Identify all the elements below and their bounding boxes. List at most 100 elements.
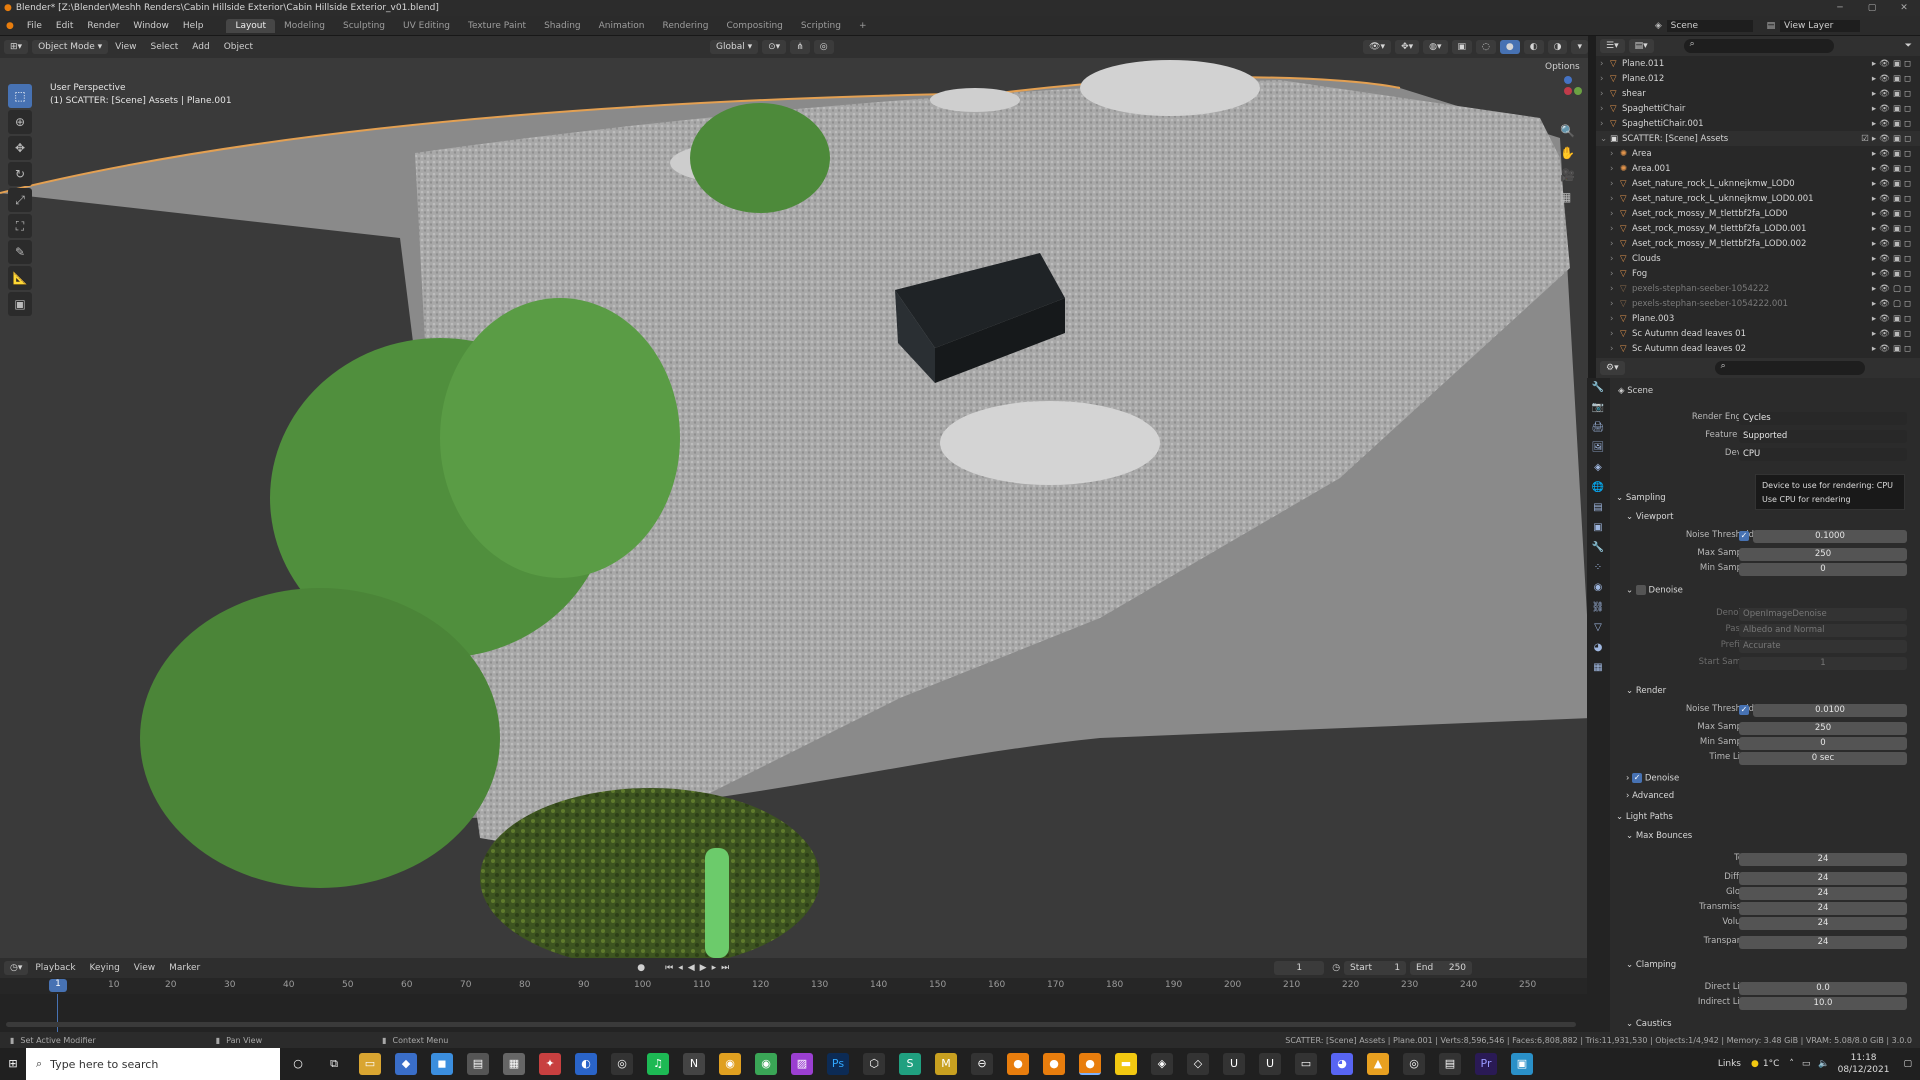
visibility-toggles[interactable]: ▸👁▣◻ bbox=[1872, 194, 1920, 204]
r-min-samples-field[interactable]: 0 bbox=[1739, 737, 1907, 750]
texture-tab-icon[interactable]: ▦ bbox=[1590, 662, 1606, 678]
menu-render[interactable]: Render bbox=[80, 21, 126, 31]
app-icon-1[interactable]: ◆ bbox=[395, 1053, 417, 1075]
menu-view[interactable]: View bbox=[108, 42, 143, 52]
expand-icon[interactable]: › bbox=[1600, 104, 1610, 114]
max-bounces-subpanel[interactable]: ⌄ Max Bounces bbox=[1626, 831, 1920, 845]
menu-add[interactable]: Add bbox=[185, 42, 216, 52]
expand-icon[interactable]: › bbox=[1610, 299, 1620, 309]
render-engine-dropdown[interactable]: Cycles bbox=[1739, 412, 1907, 425]
outliner[interactable]: › ▽ Plane.011 ▸👁▣◻ › ▽ Plane.012 ▸👁▣◻ › ▽ shear ▸… bbox=[1596, 56, 1920, 358]
visibility-toggles[interactable]: ▸👁▣◻ bbox=[1872, 119, 1920, 129]
overlay-icon[interactable]: ◍▾ bbox=[1423, 40, 1448, 54]
windows-start-icon[interactable]: ⊞ bbox=[2, 1053, 24, 1075]
gizmo-icon[interactable]: ✥▾ bbox=[1395, 40, 1420, 54]
expand-icon[interactable]: › bbox=[1610, 149, 1620, 159]
app-icon-6[interactable]: ◎ bbox=[611, 1053, 633, 1075]
app-icon-7[interactable]: N bbox=[683, 1053, 705, 1075]
menu-object[interactable]: Object bbox=[217, 42, 260, 52]
close-icon[interactable]: ✕ bbox=[1888, 3, 1920, 13]
visibility-toggles[interactable]: ▸👁▢◻ bbox=[1872, 284, 1920, 294]
rotate-icon[interactable]: ↻ bbox=[8, 162, 32, 186]
tab-rendering[interactable]: Rendering bbox=[654, 19, 718, 33]
app-icon-3[interactable]: ▤ bbox=[467, 1053, 489, 1075]
shading-wire-icon[interactable]: ◌ bbox=[1476, 40, 1496, 54]
vp-min-samples-field[interactable]: 0 bbox=[1739, 563, 1907, 576]
outliner-row[interactable]: › ▽ Aset_rock_mossy_M_tlettbf2fa_LOD0.002 ▸… bbox=[1596, 236, 1920, 251]
timeline-ruler[interactable]: 1 10 20 30 40 50 60 70 80 90 100 110 120… bbox=[0, 978, 1588, 994]
physics-tab-icon[interactable]: ◉ bbox=[1590, 582, 1606, 598]
constraints-tab-icon[interactable]: ⛓ bbox=[1590, 602, 1606, 618]
playback-controls[interactable]: ⏮◂◀▶▸⏭ bbox=[665, 963, 734, 973]
app-icon-5[interactable]: ◐ bbox=[575, 1053, 597, 1075]
transform-orientation-dropdown[interactable]: Global ▾ bbox=[710, 40, 759, 54]
taskbar-search[interactable]: ⌕ Type here to search bbox=[26, 1048, 280, 1080]
outliner-search[interactable]: ⌕ bbox=[1683, 39, 1834, 53]
outliner-row[interactable]: › ▽ Plane.012 ▸👁▣◻ bbox=[1596, 71, 1920, 86]
outliner-row[interactable]: › ▽ Fog ▸👁▣◻ bbox=[1596, 266, 1920, 281]
chrome-icon[interactable]: ◉ bbox=[719, 1053, 741, 1075]
app-icon-16[interactable]: ▲ bbox=[1367, 1053, 1389, 1075]
properties-editor-icon[interactable]: ⚙▾ bbox=[1600, 361, 1625, 375]
outliner-row[interactable]: › ▽ Clouds ▸👁▣◻ bbox=[1596, 251, 1920, 266]
menu-edit[interactable]: Edit bbox=[49, 21, 80, 31]
menu-marker[interactable]: Marker bbox=[162, 963, 207, 973]
select-box-icon[interactable]: ⬚ bbox=[8, 84, 32, 108]
visibility-toggles[interactable]: ▸👁▣◻ bbox=[1872, 269, 1920, 279]
menu-playback[interactable]: Playback bbox=[28, 963, 82, 973]
r-noise-threshold-checkbox[interactable]: ✓ bbox=[1739, 705, 1749, 715]
outliner-row[interactable]: › ▽ Sc Autumn dead leaves 01 ▸👁▣◻ bbox=[1596, 326, 1920, 341]
shading-rendered-icon[interactable]: ◑ bbox=[1547, 40, 1568, 54]
task-view-icon[interactable]: ⧉ bbox=[323, 1053, 345, 1075]
expand-icon[interactable]: › bbox=[1610, 239, 1620, 249]
start-frame-field[interactable]: Start 1 bbox=[1344, 961, 1407, 975]
view-layer-selector[interactable]: ▤ View Layer bbox=[1767, 19, 1860, 32]
device-dropdown[interactable]: CPU bbox=[1739, 448, 1907, 461]
unreal-icon[interactable]: U bbox=[1223, 1053, 1245, 1075]
vp-denoise-subpanel[interactable]: ⌄ Denoise bbox=[1626, 585, 1920, 599]
photoshop-icon[interactable]: Ps bbox=[827, 1053, 849, 1075]
outliner-row[interactable]: › ✺ Area.001 ▸👁▣◻ bbox=[1596, 161, 1920, 176]
outliner-row[interactable]: › ▽ Sc Autumn dead leaves 02 ▸👁▣◻ bbox=[1596, 341, 1920, 356]
glossy-field[interactable]: 24 bbox=[1739, 887, 1907, 900]
r-noise-threshold-field[interactable]: 0.0100 bbox=[1753, 704, 1907, 717]
indirect-light-field[interactable]: 10.0 bbox=[1739, 997, 1907, 1010]
outliner-row[interactable]: › ▽ pexels-stephan-seeber-1054222.001 ▸👁▢◻ bbox=[1596, 296, 1920, 311]
app-icon-2[interactable]: ◼ bbox=[431, 1053, 453, 1075]
tab-scripting[interactable]: Scripting bbox=[792, 19, 850, 33]
app-icon-11[interactable]: M bbox=[935, 1053, 957, 1075]
app-icon-4[interactable]: ✦ bbox=[539, 1053, 561, 1075]
discord-icon[interactable]: ◕ bbox=[1331, 1053, 1353, 1075]
outliner-row[interactable]: › ▽ SpaghettiChair ▸👁▣◻ bbox=[1596, 101, 1920, 116]
shading-material-icon[interactable]: ◐ bbox=[1523, 40, 1544, 54]
premiere-icon[interactable]: Pr bbox=[1475, 1053, 1497, 1075]
shading-solid-icon[interactable]: ● bbox=[1499, 40, 1520, 54]
calculator-icon[interactable]: ▦ bbox=[503, 1053, 525, 1075]
app-icon-13[interactable]: ◈ bbox=[1151, 1053, 1173, 1075]
shading-options-icon[interactable]: ▾ bbox=[1571, 40, 1588, 54]
vp-max-samples-field[interactable]: 250 bbox=[1739, 548, 1907, 561]
network-icon[interactable]: ▭ bbox=[1802, 1059, 1811, 1069]
camera-icon[interactable]: 🎥 bbox=[1560, 164, 1575, 186]
add-workspace-icon[interactable]: + bbox=[850, 19, 876, 33]
properties-search[interactable]: ⌕ bbox=[1714, 361, 1865, 375]
r-max-samples-field[interactable]: 250 bbox=[1739, 722, 1907, 735]
cortana-icon[interactable]: ○ bbox=[287, 1053, 309, 1075]
world-tab-icon[interactable]: 🌐 bbox=[1590, 482, 1606, 498]
menu-timeline-view[interactable]: View bbox=[127, 963, 162, 973]
app-icon-17[interactable]: ▤ bbox=[1439, 1053, 1461, 1075]
tab-texture-paint[interactable]: Texture Paint bbox=[459, 19, 535, 33]
playhead-frame[interactable]: 1 bbox=[49, 979, 67, 992]
pivot-icon[interactable]: ⊙▾ bbox=[762, 40, 787, 54]
clamping-subpanel[interactable]: ⌄ Clamping bbox=[1626, 960, 1920, 974]
outliner-editor-icon[interactable]: ☰▾ bbox=[1600, 39, 1625, 53]
tool-tab-icon[interactable]: 🔧 bbox=[1590, 382, 1606, 398]
timeline-body[interactable] bbox=[0, 994, 1588, 1032]
expand-icon[interactable]: › bbox=[1600, 59, 1610, 69]
r-denoise-checkbox[interactable]: ✓ bbox=[1632, 773, 1643, 783]
spotify-icon[interactable]: ♫ bbox=[647, 1053, 669, 1075]
visibility-toggles[interactable]: ▸👁▣◻ bbox=[1872, 179, 1920, 189]
outliner-row[interactable]: › ✺ Area ▸👁▣◻ bbox=[1596, 146, 1920, 161]
visibility-toggles[interactable]: ▸👁▣◻ bbox=[1872, 224, 1920, 234]
visibility-toggles[interactable]: ▸👁▣◻ bbox=[1872, 239, 1920, 249]
